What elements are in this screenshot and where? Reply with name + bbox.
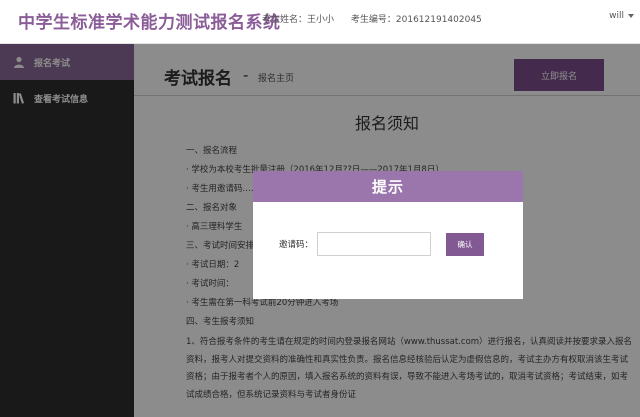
- invite-code-label: 邀请码：: [279, 240, 314, 250]
- student-name: 考生姓名：王小小: [262, 15, 335, 25]
- student-info: 考生姓名：王小小 考生编号：201612191402045: [262, 12, 496, 25]
- chevron-down-icon: [628, 13, 634, 18]
- invite-code-input[interactable]: [317, 232, 431, 256]
- student-id: 考生编号：201612191402045: [350, 15, 482, 25]
- confirm-button[interactable]: 确认: [446, 233, 484, 256]
- dialog-title: 提示: [253, 171, 523, 202]
- app-title: 中学生标准学术能力测试报名系统: [18, 13, 281, 33]
- user-menu[interactable]: will: [609, 11, 634, 21]
- invite-code-row: 邀请码： 确认: [253, 232, 523, 256]
- top-header: 中学生标准学术能力测试报名系统 考生姓名：王小小 考生编号：2016121914…: [0, 0, 640, 44]
- user-name: will: [609, 11, 624, 21]
- invite-code-dialog: 提示 邀请码： 确认: [253, 171, 523, 299]
